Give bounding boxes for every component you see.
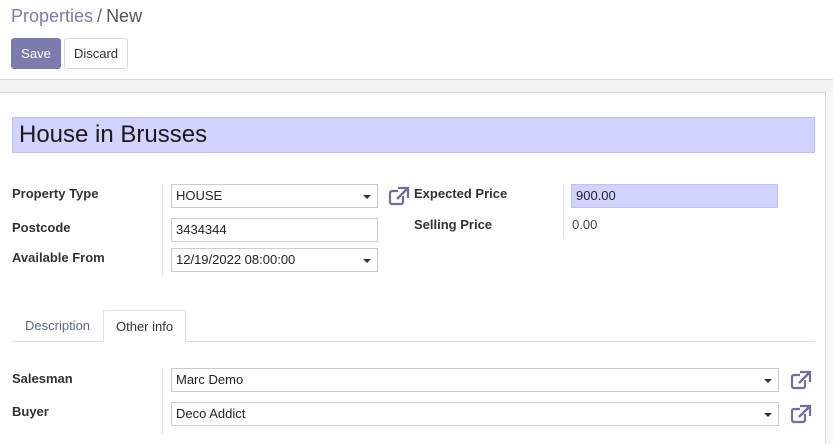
- property-name-input[interactable]: House in Brusses: [12, 117, 815, 153]
- postcode-input[interactable]: 3434344: [171, 218, 378, 242]
- external-link-icon[interactable]: [790, 370, 812, 390]
- available-from-label: Available From: [12, 250, 105, 265]
- expected-price-input[interactable]: 900.00: [571, 184, 778, 208]
- salesman-label: Salesman: [12, 371, 73, 386]
- save-button[interactable]: Save: [11, 38, 61, 69]
- caret-down-icon: [764, 379, 772, 383]
- other-info-divider: [162, 368, 163, 434]
- sheet-background: [0, 80, 833, 92]
- control-panel: Properties / New Save Discard: [0, 0, 833, 80]
- left-group-divider: [162, 184, 163, 276]
- breadcrumb-separator: /: [97, 6, 103, 26]
- property-type-select[interactable]: HOUSE: [171, 184, 378, 208]
- selling-price-value: 0.00: [572, 217, 598, 232]
- selling-price-label: Selling Price: [414, 217, 493, 232]
- postcode-label: Postcode: [12, 220, 71, 235]
- breadcrumb: Properties / New: [11, 6, 142, 27]
- property-type-value: HOUSE: [176, 188, 223, 203]
- buyer-value: Deco Addict: [176, 406, 246, 421]
- salesman-value: Marc Demo: [176, 372, 244, 387]
- breadcrumb-current: New: [106, 6, 143, 26]
- caret-down-icon: [363, 195, 371, 199]
- available-from-datetime[interactable]: 12/19/2022 08:00:00: [171, 248, 378, 272]
- discard-button[interactable]: Discard: [64, 38, 128, 69]
- breadcrumb-properties-link[interactable]: Properties: [11, 6, 93, 26]
- caret-down-icon: [363, 259, 371, 263]
- tab-other-info[interactable]: Other info: [103, 310, 186, 342]
- right-group-divider: [563, 184, 564, 238]
- tab-description[interactable]: Description: [13, 310, 102, 342]
- property-type-label: Property Type: [12, 186, 99, 201]
- external-link-icon[interactable]: [790, 404, 812, 424]
- external-link-icon[interactable]: [388, 186, 410, 206]
- buyer-label: Buyer: [12, 404, 49, 419]
- buyer-select[interactable]: Deco Addict: [171, 402, 779, 426]
- available-from-value: 12/19/2022 08:00:00: [176, 252, 296, 267]
- caret-down-icon: [764, 413, 772, 417]
- salesman-select[interactable]: Marc Demo: [171, 368, 779, 392]
- expected-price-label: Expected Price: [414, 186, 508, 201]
